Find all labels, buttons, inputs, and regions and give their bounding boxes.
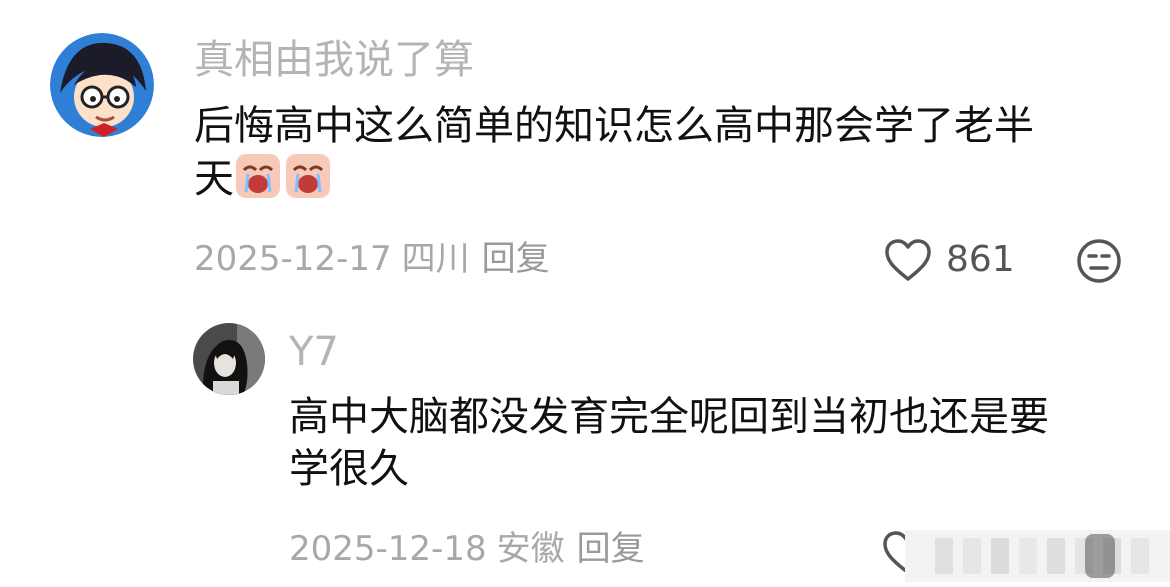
watermark-overlay bbox=[905, 530, 1170, 582]
avatar[interactable] bbox=[50, 33, 154, 137]
comment-text-line-2-text: 天 bbox=[194, 156, 234, 202]
crying-face-emoji bbox=[284, 152, 332, 200]
comment-meta: 2025-12-17 四川 回复 bbox=[194, 239, 550, 279]
reply-date: 2025-12-18 bbox=[289, 529, 487, 569]
comment-thread: 真相由我说了算 后悔高中这么简单的知识怎么高中那会学了老半 天 2025-12-… bbox=[0, 0, 1170, 587]
comment-location: 四川 bbox=[401, 239, 470, 279]
like-count: 861 bbox=[946, 239, 1015, 280]
heart-outline-icon[interactable] bbox=[884, 238, 932, 282]
reply-meta: 2025-12-18 安徽 回复 bbox=[289, 529, 645, 569]
neutral-face-icon[interactable] bbox=[1075, 237, 1123, 285]
crying-face-emoji bbox=[234, 152, 282, 200]
reply-text-line-1: 高中大脑都没发育完全呢回到当初也还是要 bbox=[289, 394, 1049, 440]
comment-text-line-1: 后悔高中这么简单的知识怎么高中那会学了老半 bbox=[194, 103, 1034, 149]
reply-text: 高中大脑都没发育完全呢回到当初也还是要 学很久 bbox=[289, 391, 1049, 495]
comment-date: 2025-12-17 bbox=[194, 239, 392, 279]
comment-text: 后悔高中这么简单的知识怎么高中那会学了老半 天 bbox=[194, 100, 1034, 205]
reply-button[interactable]: 回复 bbox=[482, 239, 550, 279]
reply-avatar[interactable] bbox=[193, 323, 265, 395]
reply-reply-button[interactable]: 回复 bbox=[577, 529, 645, 569]
reply-text-line-2: 学很久 bbox=[289, 446, 409, 492]
reply-username[interactable]: Y7 bbox=[289, 328, 339, 376]
reply-location: 安徽 bbox=[496, 529, 565, 569]
comment-text-line-2: 天 bbox=[194, 152, 1034, 205]
comment-username[interactable]: 真相由我说了算 bbox=[194, 36, 474, 84]
